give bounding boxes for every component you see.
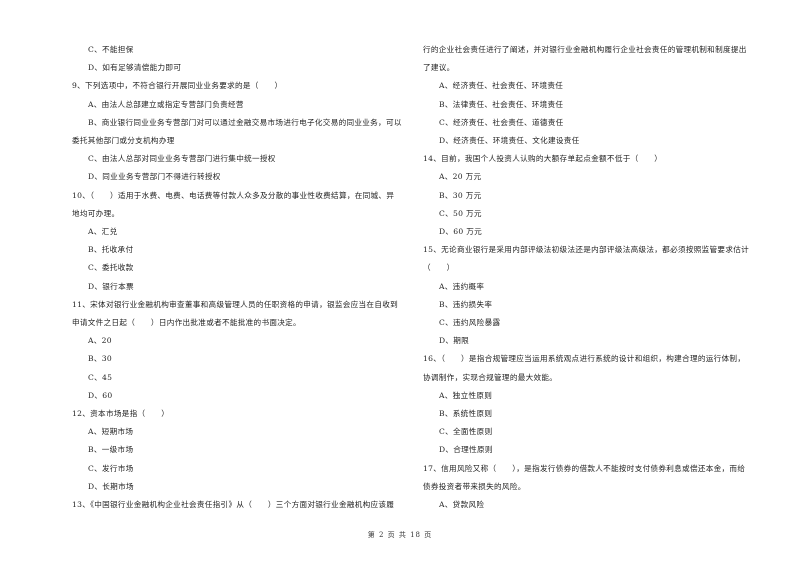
answer-option: A、由法人总部建立或指定专营部门负责经营 [88,99,244,109]
answer-option: D、合理性原则 [439,445,493,455]
question-text: 债券投资者带来损失的风险。 [423,481,526,491]
page-footer: 第 2 页 共 18 页 [367,531,433,539]
answer-option: B、系统性原则 [439,409,493,418]
question-text: 14、目前，我国个人投资人认购的大额存单起点金额不低于（ ） [423,154,663,164]
answer-option: C、50 万元 [439,208,482,218]
question-text: 11、宋体对银行业金融机构审查董事和高级管理人员的任职资格的申请，银监会应当在自… [72,299,399,309]
answer-option: B、托收承付 [88,245,134,255]
answer-option: B、法律责任、社会责任、环境责任 [439,99,564,109]
answer-option: A、贷款风险 [439,500,485,509]
answer-option: A、20 万元 [439,172,482,182]
answer-option: B、商业银行同业业务专营部门对可以通过金融交易市场进行电子化交易的同业业务，可以 [88,117,402,127]
answer-option: C、不能担保 [88,45,134,54]
answer-option: B、一级市场 [88,445,134,455]
answer-option: A、违约概率 [439,281,485,291]
answer-option: D、期限 [439,336,470,346]
answer-option: B、30 万元 [439,190,482,200]
answer-option: D、60 [88,390,113,400]
answer-option: C、发行市场 [88,463,134,473]
question-text: 13、《中国银行业金融机构企业社会责任指引》从（ ）三个方面对银行业金融机构应该… [72,500,395,509]
question-text: （ ） [423,263,455,273]
answer-option: D、同业业务专营部门不得进行转授权 [88,172,221,182]
question-text: 17、信用风险又称（ ），是指发行债券的借款人不能按时支付债券利息或偿还本金，而… [423,463,746,473]
answer-option: A、汇兑 [88,227,118,236]
question-text: 10、（ ）适用于水费、电费、电话费等付款人众多及分散的事业性收费结算，在同城、… [72,190,395,200]
answer-option: C、由法人总部对同业业务专营部门进行集中统一授权 [88,154,276,164]
answer-option: B、违约损失率 [439,299,493,309]
answer-option: D、银行本票 [88,281,134,291]
answer-option: C、全面性原则 [439,427,493,437]
question-text: 16、（ ）是指合规管理应当运用系统观点进行系统的设计和组织，构建合理的运行体制… [423,354,746,364]
answer-option: C、违约风险暴露 [439,318,501,327]
question-text: 了建议。 [423,63,455,73]
answer-option: D、经济责任、环境责任、文化建设责任 [439,136,580,145]
answer-option: A、经济责任、社会责任、环境责任 [439,81,564,91]
answer-option: C、委托收款 [88,263,134,273]
answer-option: D、如有足够清偿能力即可 [88,63,182,73]
question-text: 委托其他部门或分支机构办理 [72,136,175,145]
question-text: 行的企业社会责任进行了阐述，并对银行业金融机构履行企业社会责任的管理机制和制度提… [423,45,747,54]
question-text: 申请文件之日起（ ）日内作出批准或者不能批准的书面决定。 [72,318,301,327]
answer-option: D、60 万元 [439,227,483,236]
question-text: 协调制作，实现合规管理的最大效能。 [423,372,558,382]
answer-option: C、经济责任、社会责任、道德责任 [439,117,564,127]
question-text: 15、无论商业银行是采用内部评级法初级法还是内部评级法高级法，都必须按照监管要求… [423,245,750,255]
answer-option: A、短期市场 [88,427,134,437]
answer-option: B、30 [88,354,113,364]
question-text: 9、下列选项中，不符合银行开展同业业务要求的是（ ） [72,81,283,91]
question-text: 12、资本市场是指（ ） [72,409,170,418]
answer-option: A、独立性原则 [439,390,493,400]
answer-option: D、长期市场 [88,481,134,491]
question-text: 地均可办理。 [72,208,120,218]
answer-option: A、20 [88,336,112,346]
answer-option: C、45 [88,372,113,382]
